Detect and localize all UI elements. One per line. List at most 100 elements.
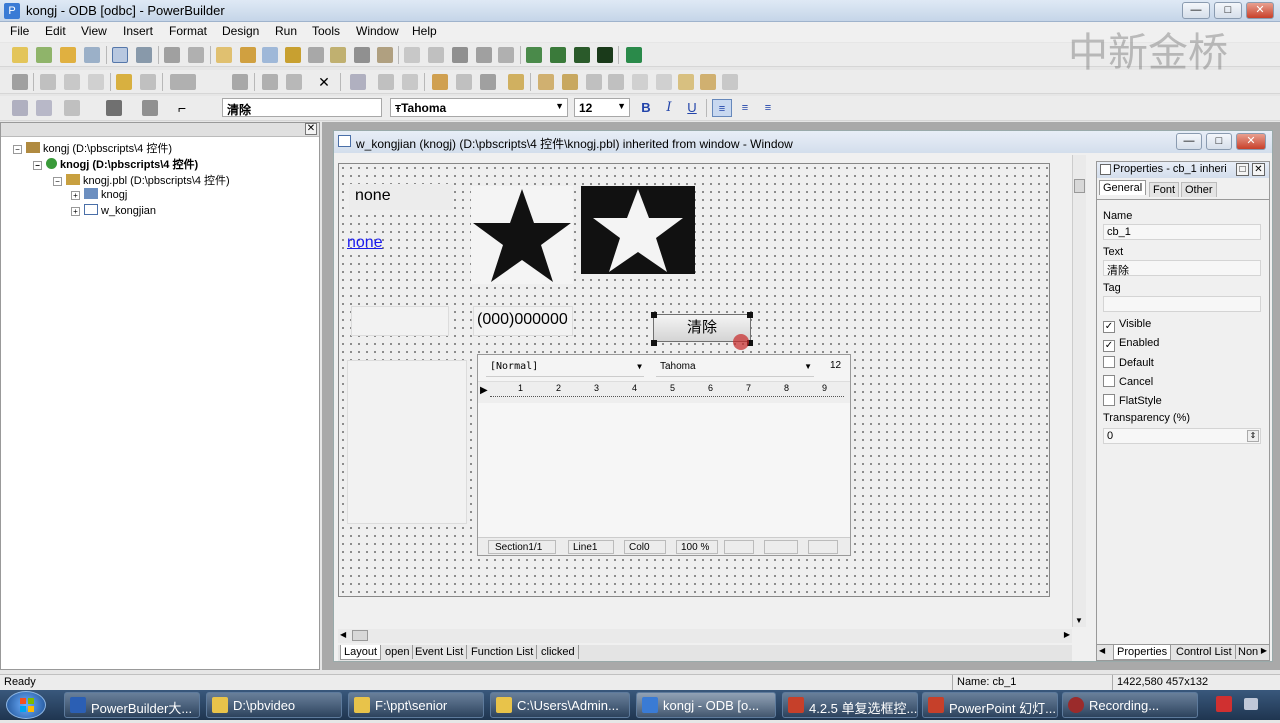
selection-handle[interactable] xyxy=(651,312,657,318)
datawindow-icon[interactable] xyxy=(262,47,278,63)
font-name-select[interactable]: ŦTahoma ▼ xyxy=(390,98,568,117)
cancel-checkbox[interactable]: Cancel xyxy=(1103,375,1153,388)
close-icon[interactable]: ✕ xyxy=(1252,163,1265,176)
object-6-icon[interactable] xyxy=(656,74,672,90)
undo-icon[interactable] xyxy=(116,74,132,90)
script-icon[interactable] xyxy=(432,74,448,90)
todo-icon[interactable] xyxy=(188,47,204,63)
delete-icon[interactable]: ✕ xyxy=(316,74,332,90)
menu-design[interactable]: Design xyxy=(222,24,259,38)
task-powerbuilder[interactable]: kongj - ODB [o... xyxy=(636,692,776,718)
task-powerpoint[interactable]: PowerPoint 幻灯... xyxy=(922,692,1058,718)
comment-icon[interactable] xyxy=(378,74,394,90)
name-field[interactable]: cb_1 xyxy=(1103,224,1261,240)
tab-other[interactable]: Other xyxy=(1181,182,1217,197)
object-1-icon[interactable] xyxy=(538,74,554,90)
declare-icon[interactable] xyxy=(508,74,524,90)
align-right-button[interactable]: ≡ xyxy=(758,99,778,117)
text-input[interactable]: 清除 xyxy=(222,98,382,117)
maximize-button[interactable]: □ xyxy=(1206,133,1232,150)
masked-edit[interactable]: (000)000000 xyxy=(473,306,573,336)
rte-size-value[interactable]: 12 xyxy=(830,360,841,371)
tab-non-visual[interactable]: Non xyxy=(1235,645,1261,659)
tab-scroll-left-icon[interactable]: ◀ xyxy=(1099,646,1105,655)
system-tree-icon[interactable] xyxy=(136,47,152,63)
menu-tools[interactable]: Tools xyxy=(312,24,340,38)
rte-document-area[interactable] xyxy=(478,403,850,537)
minimize-button[interactable]: — xyxy=(1182,2,1210,19)
library-painter-icon[interactable] xyxy=(112,47,128,63)
scroll-right-icon[interactable]: ▶ xyxy=(1064,630,1070,639)
tag-field[interactable] xyxy=(1103,296,1261,312)
cut-icon[interactable] xyxy=(40,74,56,90)
tree-node-window[interactable]: + w_kongjian xyxy=(71,204,156,217)
flatstyle-checkbox[interactable]: FlatStyle xyxy=(1103,394,1162,407)
task-powerbuilder-doc[interactable]: PowerBuilder大... xyxy=(64,692,200,718)
paste-icon[interactable] xyxy=(88,74,104,90)
fg-color-icon[interactable] xyxy=(142,100,158,116)
single-line-edit[interactable] xyxy=(351,306,449,336)
exit-icon[interactable] xyxy=(626,47,642,63)
transparency-spinner[interactable]: 0 ⇕ xyxy=(1103,428,1261,444)
pipeline-icon[interactable] xyxy=(330,47,346,63)
menu-format[interactable]: Format xyxy=(169,24,207,38)
layout-dropdown-icon[interactable] xyxy=(64,100,80,116)
object-5-icon[interactable] xyxy=(632,74,648,90)
open-icon[interactable] xyxy=(60,47,76,63)
align-icon[interactable] xyxy=(262,74,278,90)
default-checkbox[interactable]: Default xyxy=(1103,356,1154,369)
menu-run[interactable]: Run xyxy=(275,24,297,38)
database-icon[interactable] xyxy=(308,47,324,63)
browser-icon[interactable] xyxy=(498,47,514,63)
task-users-folder[interactable]: C:\Users\Admin... xyxy=(490,692,630,718)
bg-color-icon[interactable] xyxy=(106,100,122,116)
rte-style-select[interactable]: [Normal] ▼ xyxy=(486,359,644,377)
menu-view[interactable]: View xyxy=(81,24,107,38)
close-button[interactable]: ✕ xyxy=(1236,133,1266,150)
tree-node-library[interactable]: − knogj.pbl (D:\pbscripts\4 控件) xyxy=(53,172,230,188)
new-icon[interactable] xyxy=(12,47,28,63)
grid-icon[interactable] xyxy=(350,74,366,90)
menu-window[interactable]: Window xyxy=(356,24,399,38)
run-icon[interactable] xyxy=(574,47,590,63)
menu-help[interactable]: Help xyxy=(412,24,437,38)
rte-ruler[interactable]: ▶ 1 2 3 4 5 6 7 8 9 xyxy=(478,381,850,403)
align-left-button[interactable]: ≡ xyxy=(712,99,732,117)
menu-edit[interactable]: Edit xyxy=(45,24,66,38)
start-button[interactable] xyxy=(6,691,46,719)
tab-function-list[interactable]: Function List xyxy=(468,645,538,659)
scroll-left-icon[interactable]: ◀ xyxy=(340,630,346,639)
object-3-icon[interactable] xyxy=(586,74,602,90)
picture-white-star[interactable] xyxy=(581,186,695,274)
tree-node-application[interactable]: + knogj xyxy=(71,188,127,201)
redo-icon[interactable] xyxy=(140,74,156,90)
static-text[interactable]: none xyxy=(349,184,453,210)
deploy-icon[interactable] xyxy=(428,47,444,63)
db-profile-icon[interactable] xyxy=(354,47,370,63)
tab-general[interactable]: General xyxy=(1099,180,1147,195)
border-icon[interactable]: ⌐ xyxy=(178,100,194,116)
italic-button[interactable]: I xyxy=(659,99,679,117)
tab-font[interactable]: Font xyxy=(1149,182,1180,197)
task-ppt-folder[interactable]: F:\ppt\senior xyxy=(348,692,484,718)
selection-handle[interactable] xyxy=(747,312,753,318)
picture-black-star[interactable] xyxy=(471,186,573,284)
collapse-icon[interactable]: − xyxy=(13,145,22,154)
menu-insert[interactable]: Insert xyxy=(123,24,153,38)
enabled-checkbox[interactable]: ✓ Enabled xyxy=(1103,337,1159,352)
close-icon[interactable]: ✕ xyxy=(305,123,317,135)
application-icon[interactable] xyxy=(216,47,232,63)
collapse-icon[interactable]: − xyxy=(33,161,42,170)
ruler-indent-icon[interactable]: ▶ xyxy=(480,385,488,396)
list-box[interactable] xyxy=(347,360,467,524)
tree-node-workspace[interactable]: − kongj (D:\pbscripts\4 控件) xyxy=(13,140,172,156)
copy-icon[interactable] xyxy=(64,74,80,90)
select-run-icon[interactable] xyxy=(597,47,613,63)
debug-all-icon[interactable] xyxy=(550,47,566,63)
collapse-icon[interactable]: − xyxy=(53,177,62,186)
send-back-icon[interactable] xyxy=(36,100,52,116)
tab-open[interactable]: open xyxy=(382,645,414,659)
edit-icon[interactable] xyxy=(377,47,393,63)
debug-icon[interactable] xyxy=(526,47,542,63)
output-icon[interactable] xyxy=(164,47,180,63)
